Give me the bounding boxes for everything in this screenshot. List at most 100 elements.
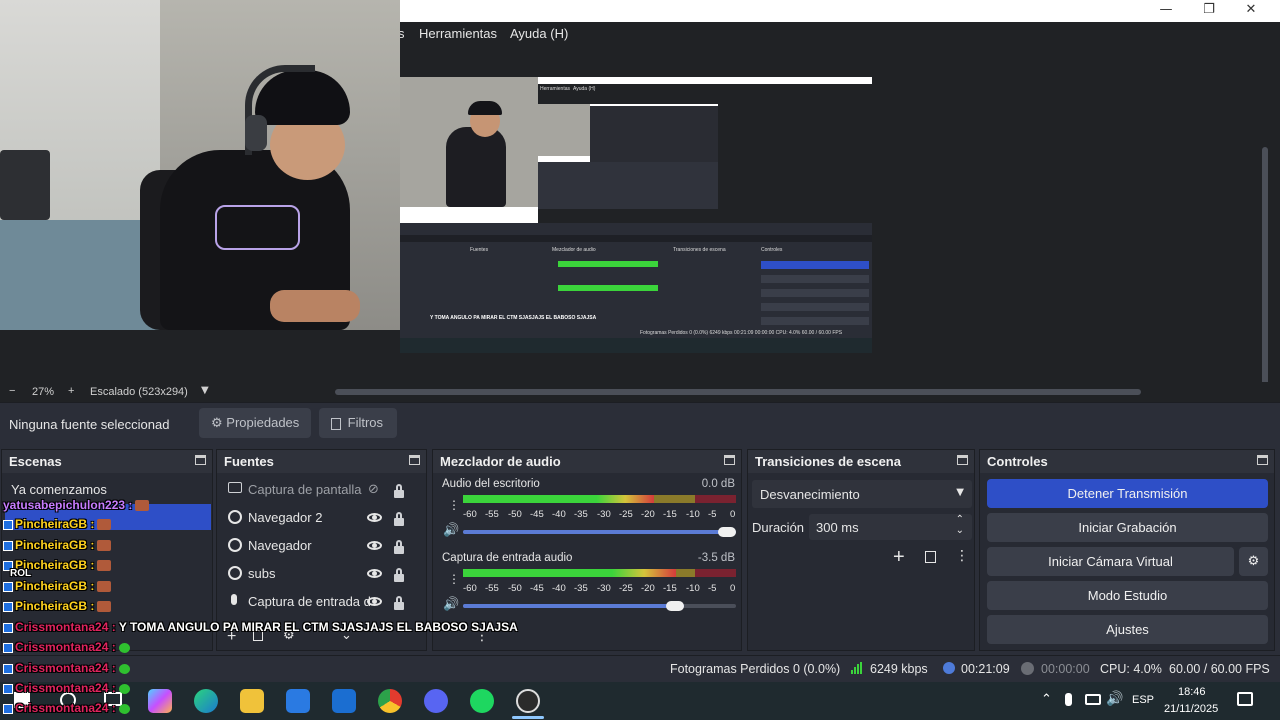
add-transition-button[interactable]: +: [893, 546, 905, 569]
kebab-menu-icon[interactable]: ⋮: [448, 498, 460, 512]
audio-meter-level: [463, 569, 676, 577]
start-virtual-camera-button[interactable]: Iniciar Cámara Virtual: [987, 547, 1234, 576]
eye-icon[interactable]: [367, 597, 382, 606]
kebab-menu-icon[interactable]: ⋮: [448, 572, 460, 586]
filters-button[interactable]: Filtros: [319, 408, 397, 438]
chat-username: PincheiraGB :: [15, 579, 95, 593]
properties-button[interactable]: ⚙ Propiedades: [199, 408, 311, 438]
chat-badge-icon: [3, 703, 13, 714]
meter-tick-label: -5: [708, 509, 717, 520]
chat-badge-icon: [3, 540, 13, 551]
controls-header: Controles: [980, 450, 1274, 473]
vertical-scrollbar[interactable]: [1262, 147, 1268, 387]
source-item-browser[interactable]: Navegador: [248, 538, 312, 553]
store-icon[interactable]: [286, 689, 310, 713]
menu-ayuda[interactable]: Ayuda (H): [510, 26, 568, 41]
meter-tick-label: 0: [730, 583, 736, 594]
discord-icon[interactable]: [424, 689, 448, 713]
tray-chevron-icon[interactable]: ⌃: [1041, 692, 1052, 707]
meter-tick-label: -25: [619, 509, 633, 520]
stream-status-icon: [943, 662, 955, 674]
status-bar: Fotogramas Perdidos 0 (0.0%) 6249 kbps 0…: [0, 655, 1280, 682]
file-explorer-icon[interactable]: [240, 689, 264, 713]
lock-icon[interactable]: [394, 596, 404, 610]
edge-icon[interactable]: [194, 689, 218, 713]
outlook-icon[interactable]: [332, 689, 356, 713]
kebab-menu-icon[interactable]: ⋮: [955, 548, 969, 564]
trash-icon[interactable]: [925, 551, 936, 563]
meter-tick-label: -45: [530, 509, 544, 520]
start-recording-button[interactable]: Iniciar Grabación: [987, 513, 1268, 542]
menu-herramientas[interactable]: Herramientas: [419, 26, 497, 41]
lock-icon[interactable]: [394, 512, 404, 526]
zoom-in-button[interactable]: +: [68, 385, 74, 397]
chat-emote-icon: [118, 683, 130, 694]
meter-tick-label: -50: [508, 509, 522, 520]
chat-emote-icon: [97, 560, 112, 572]
spin-down-icon[interactable]: ⌄: [956, 525, 964, 536]
float-dock-icon[interactable]: [409, 455, 420, 465]
chat-badge-icon: [3, 601, 13, 612]
volume-tray-icon[interactable]: 🔊: [1106, 691, 1123, 707]
scene-item[interactable]: Ya comenzamos: [11, 482, 107, 497]
language-indicator[interactable]: ESP: [1132, 694, 1154, 706]
studio-mode-button[interactable]: Modo Estudio: [987, 581, 1268, 610]
stop-stream-button[interactable]: Detener Transmisión: [987, 479, 1268, 508]
lock-icon[interactable]: [394, 540, 404, 554]
minimize-button[interactable]: —: [1143, 0, 1189, 22]
maximize-button[interactable]: ❐: [1186, 0, 1232, 22]
fps: 60.00 / 60.00 FPS: [1169, 662, 1270, 676]
float-dock-icon[interactable]: [1257, 455, 1268, 465]
chat-message: PincheiraGB :: [3, 538, 112, 552]
channel-db: -3.5 dB: [697, 552, 735, 564]
eye-icon[interactable]: [367, 569, 382, 578]
stream-time: 00:21:09: [961, 662, 1010, 676]
source-item-browser-2[interactable]: Navegador 2: [248, 510, 322, 525]
lock-icon[interactable]: [394, 568, 404, 582]
float-dock-icon[interactable]: [724, 455, 735, 465]
chrome-icon[interactable]: [378, 689, 402, 713]
clock-time[interactable]: 18:46: [1178, 686, 1206, 698]
eye-icon[interactable]: [367, 541, 382, 550]
copilot-icon[interactable]: [148, 689, 172, 713]
eye-hidden-icon[interactable]: ⊘: [368, 482, 379, 497]
network-icon[interactable]: [1085, 694, 1101, 705]
mixer-header: Mezclador de audio: [433, 450, 741, 473]
spotify-icon[interactable]: [470, 689, 494, 713]
transition-select[interactable]: Desvanecimiento ▼: [752, 480, 972, 508]
meter-tick-label: -25: [619, 583, 633, 594]
clock-date[interactable]: 21/11/2025: [1164, 703, 1218, 715]
chat-message: yatusabepichulon223 :: [3, 498, 150, 512]
spin-up-icon[interactable]: ⌃: [956, 514, 964, 525]
lock-icon[interactable]: [394, 484, 404, 498]
settings-button[interactable]: Ajustes: [987, 615, 1268, 644]
scale-dropdown-icon[interactable]: ▼: [201, 385, 209, 396]
volume-knob[interactable]: [718, 527, 736, 537]
horizontal-scrollbar[interactable]: [335, 389, 1141, 395]
meter-tick-label: -5: [708, 583, 717, 594]
eye-icon[interactable]: [367, 513, 382, 522]
notifications-icon[interactable]: [1237, 692, 1253, 706]
meter-tick-label: -30: [597, 509, 611, 520]
speaker-icon[interactable]: 🔊: [443, 523, 459, 538]
nested-webcam: [400, 77, 538, 207]
chat-badge-icon: [3, 683, 13, 694]
float-dock-icon[interactable]: [195, 455, 206, 465]
obs-icon[interactable]: [516, 689, 540, 713]
source-item-screen-capture[interactable]: Captura de pantalla: [248, 482, 361, 497]
zoom-out-button[interactable]: −: [9, 385, 15, 397]
source-item-audio-input[interactable]: Captura de entrada d: [248, 594, 371, 609]
chat-message: PincheiraGB :: [3, 599, 112, 613]
microphone-tray-icon[interactable]: [1065, 693, 1072, 706]
duration-spinbox[interactable]: 300 ms ⌃ ⌄: [809, 514, 972, 540]
volume-knob[interactable]: [666, 601, 684, 611]
source-item-subs[interactable]: subs: [248, 566, 275, 581]
meter-tick-label: 0: [730, 509, 736, 520]
close-button[interactable]: ✕: [1228, 0, 1274, 22]
virtual-camera-settings-gear-icon[interactable]: ⚙: [1239, 547, 1268, 576]
selected-source-label: Ninguna fuente seleccionad: [9, 417, 170, 432]
speaker-icon[interactable]: 🔊: [443, 597, 459, 612]
meter-tick-label: -45: [530, 583, 544, 594]
monitor-icon: [228, 482, 242, 493]
float-dock-icon[interactable]: [957, 455, 968, 465]
